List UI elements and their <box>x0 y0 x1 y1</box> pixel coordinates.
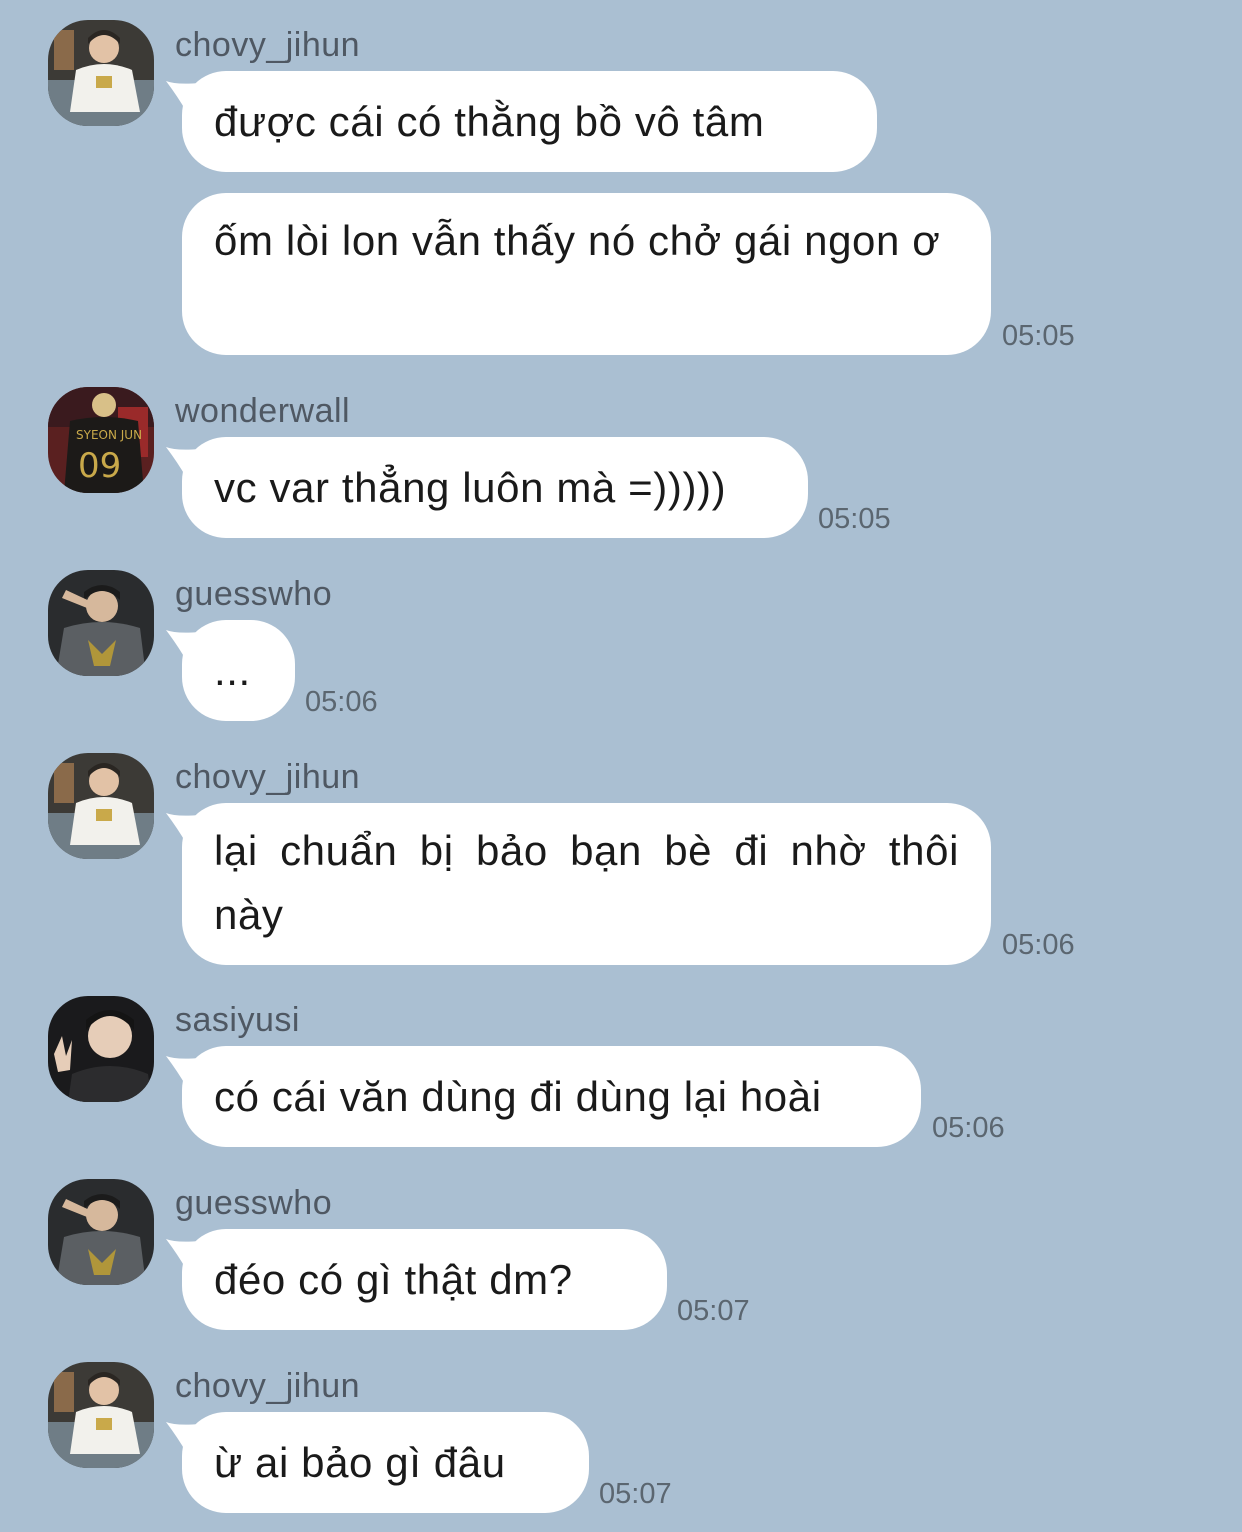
sender-name: chovy_jihun <box>175 26 361 64</box>
bubble-tail <box>166 81 200 111</box>
chovy-avatar-icon <box>48 753 154 859</box>
message-bubble[interactable]: ... <box>166 620 295 721</box>
message-text: đéo có gì thật dm? <box>214 1255 573 1303</box>
sender-name: chovy_jihun <box>175 1367 361 1405</box>
message-bubble[interactable]: ốm lòi lon vẫn thấy nó chở gái ngon ơ <box>182 193 991 355</box>
chovy-avatar-icon <box>48 1362 154 1468</box>
guesswho-avatar-icon <box>48 570 154 676</box>
bubble-tail <box>166 1239 200 1269</box>
guesswho-avatar-icon <box>48 1179 154 1285</box>
svg-text:09: 09 <box>78 446 121 486</box>
message-text: lại chuẩn bị bảo bạn bè đi nhờ thôi này <box>214 827 959 938</box>
svg-text:SYEON JUN: SYEON JUN <box>76 428 142 442</box>
message-text: ốm lòi lon vẫn thấy nó chở gái ngon ơ <box>214 217 941 264</box>
bubble-tail <box>166 1056 200 1086</box>
sender-name: guesswho <box>175 575 333 613</box>
message-text: ... <box>214 646 251 694</box>
avatar-guesswho[interactable] <box>48 570 154 676</box>
message-bubble[interactable]: được cái có thằng bồ vô tâm <box>166 71 877 172</box>
avatar-chovy-jihun[interactable] <box>48 753 154 859</box>
avatar-wonderwall[interactable]: SYEON JUN 09 <box>48 387 154 493</box>
sasiyusi-avatar-icon <box>48 996 154 1102</box>
bubble-tail <box>166 1422 200 1452</box>
sender-name: wonderwall <box>175 392 351 430</box>
message-bubble[interactable]: có cái văn dùng đi dùng lại hoài <box>166 1046 921 1147</box>
message-time: 05:05 <box>1002 320 1075 352</box>
avatar-chovy-jihun[interactable] <box>48 20 154 126</box>
avatar-sasiyusi[interactable] <box>48 996 154 1102</box>
avatar-chovy-jihun[interactable] <box>48 1362 154 1468</box>
message-bubble[interactable]: ừ ai bảo gì đâu <box>166 1412 589 1513</box>
message-time: 05:05 <box>818 503 891 535</box>
message-time: 05:06 <box>305 686 378 718</box>
chovy-avatar-icon <box>48 20 154 126</box>
sender-name: sasiyusi <box>175 1001 300 1039</box>
message-bubble[interactable]: đéo có gì thật dm? <box>166 1229 667 1330</box>
sender-name: guesswho <box>175 1184 333 1222</box>
message-text: ừ ai bảo gì đâu <box>214 1438 506 1486</box>
message-bubble[interactable]: vc var thẳng luôn mà =))))) <box>166 437 808 538</box>
message-time: 05:06 <box>1002 929 1075 961</box>
message-text: có cái văn dùng đi dùng lại hoài <box>214 1072 822 1120</box>
sender-name: chovy_jihun <box>175 758 361 796</box>
message-time: 05:07 <box>599 1478 672 1510</box>
message-time: 05:07 <box>677 1295 750 1327</box>
bubble-tail <box>166 813 200 843</box>
avatar-guesswho[interactable] <box>48 1179 154 1285</box>
message-time: 05:06 <box>932 1112 1005 1144</box>
message-text: vc var thẳng luôn mà =))))) <box>214 463 727 511</box>
message-text: được cái có thằng bồ vô tâm <box>214 97 765 145</box>
bubble-tail <box>166 447 200 477</box>
bubble-tail <box>166 630 200 660</box>
message-bubble[interactable]: lại chuẩn bị bảo bạn bè đi nhờ thôi này <box>166 803 991 965</box>
wonderwall-avatar-icon: SYEON JUN 09 <box>48 387 154 493</box>
